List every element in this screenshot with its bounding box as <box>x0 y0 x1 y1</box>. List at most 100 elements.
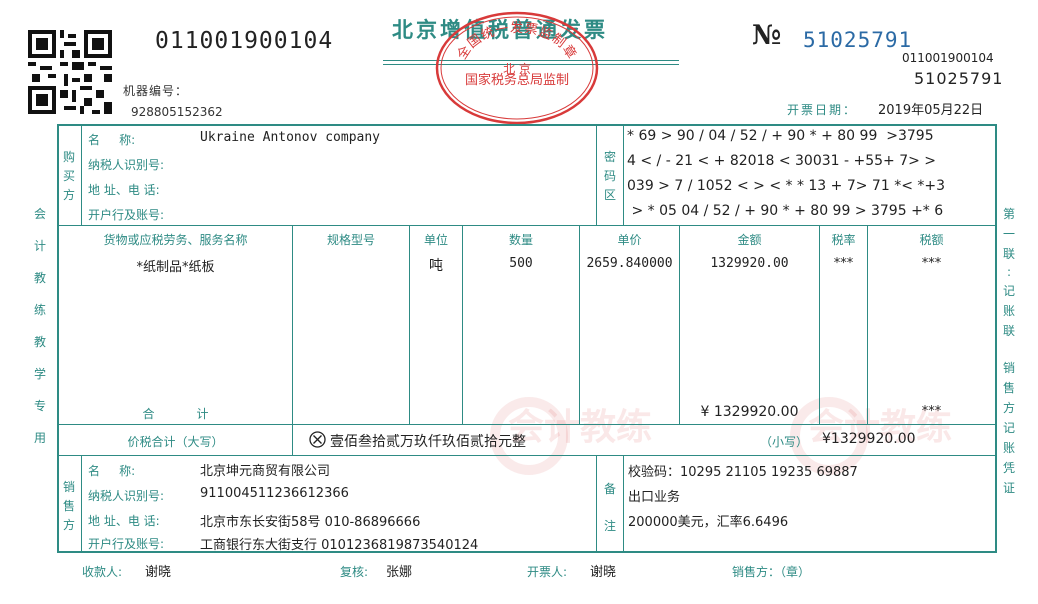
header-amount: 金额 <box>737 233 762 247</box>
buyer-taxid-label: 纳税人识别号: <box>88 158 165 172</box>
header-tax: 税额 <box>919 233 944 247</box>
left-side-char: 教 <box>34 271 47 285</box>
issue-date: 2019年05月22日 <box>878 103 984 118</box>
header-spec: 规格型号 <box>326 233 375 247</box>
right-side-caption: 第 一 联 : 记 账 联 销 售 方 记 账 凭 证 <box>1003 205 1015 496</box>
qr-code <box>28 30 112 114</box>
seller-label-char: 销 <box>63 480 76 494</box>
invoice-number-right: 51025791 <box>914 69 1004 88</box>
cipher-line: 039 > 7 / 1052 < > < * * 13 + 7> 71 *< *… <box>627 178 946 194</box>
issue-date-label: 开票日期： <box>787 103 858 117</box>
remark-divider-left <box>596 455 597 552</box>
seller-name: 北京坤元商贸有限公司 <box>200 464 331 479</box>
remark-line: 出口业务 <box>628 490 681 505</box>
reviewer-label: 复核: <box>340 565 369 579</box>
item-amount: 1329920.00 <box>710 256 789 271</box>
right-side-char: 联 <box>1003 324 1016 338</box>
seller-address-label: 地 址、电 话: <box>88 514 160 528</box>
right-side-char: 销 <box>1003 361 1016 375</box>
total-label: 合 计 <box>142 407 209 421</box>
left-side-char: 用 <box>34 431 47 445</box>
remarks-label-char: 注 <box>604 519 617 533</box>
left-side-caption: 会 计 教 练 教 学 专 用 <box>34 205 46 446</box>
invoice-code: 011001900104 <box>155 28 334 54</box>
column-divider <box>819 225 820 424</box>
invoice-seal: 全国统一发票监制章 北 京 国家税务总局监制 <box>435 11 599 125</box>
header-goods-name: 货物或应税劳务、服务名称 <box>103 233 248 247</box>
issuer-label: 开票人: <box>527 565 568 579</box>
left-side-char: 学 <box>34 367 47 381</box>
item-tax: *** <box>921 256 942 271</box>
cipher-divider-right <box>623 124 624 225</box>
cipher-label-char: 密 <box>604 150 617 164</box>
cipher-label-char: 区 <box>604 188 617 202</box>
header-unit-price: 单价 <box>617 233 642 247</box>
invoice-code-right: 011001900104 <box>902 51 994 65</box>
seller-taxid-label: 纳税人识别号: <box>88 489 165 503</box>
column-divider <box>462 225 463 424</box>
divider-items <box>57 424 997 425</box>
frame-top <box>57 124 997 126</box>
item-unit: 吨 <box>429 258 443 274</box>
buyer-address-label: 地 址、电 话: <box>88 183 160 197</box>
remark-line: 200000美元，汇率6.6496 <box>628 515 789 530</box>
column-divider <box>679 225 680 424</box>
item-tax-rate: *** <box>833 256 854 271</box>
cipher-line: 4 < / - 21 < + 82018 < 30031 - +55+ 7> > <box>627 153 937 169</box>
divider-buyer <box>57 225 997 226</box>
number-symbol: № <box>752 20 782 51</box>
right-side-char: 凭 <box>1003 461 1016 475</box>
frame-right <box>995 124 997 553</box>
cipher-label-char: 码 <box>604 169 617 183</box>
left-side-char: 练 <box>34 303 47 317</box>
divider-total <box>57 455 997 456</box>
cipher-section-label: 密 码 区 <box>604 148 616 203</box>
right-side-char: 联 <box>1003 247 1016 261</box>
column-divider <box>579 225 580 424</box>
left-side-char: 会 <box>34 207 47 221</box>
remark-divider-right <box>623 455 624 552</box>
remarks-label-char: 备 <box>604 482 617 496</box>
seller-label-divider <box>81 455 82 552</box>
grand-total-small-value: ¥1329920.00 <box>822 431 916 447</box>
total-divider <box>292 424 293 455</box>
right-side-char: 证 <box>1003 481 1016 495</box>
circle-x-icon <box>309 431 326 448</box>
cipher-line: > * 05 04 / 52 / + 90 * + 80 99 > 3795 +… <box>627 203 944 219</box>
left-side-char: 计 <box>34 239 47 253</box>
issuer: 谢晓 <box>590 565 617 580</box>
grand-total-small-label: （小写） <box>760 435 809 449</box>
seller-section-label: 销 售 方 <box>63 478 75 533</box>
seller-label-char: 方 <box>63 518 76 532</box>
right-side-char: 第 <box>1003 207 1016 221</box>
buyer-label-char: 购 <box>63 150 76 164</box>
seller-bank: 工商银行东大街支行 0101236819873540124 <box>200 538 479 553</box>
item-name: *纸制品*纸板 <box>136 260 215 275</box>
seller-seal-label: 销售方：（章） <box>732 565 811 579</box>
header-quantity: 数量 <box>508 233 533 247</box>
frame-left <box>57 124 59 553</box>
grand-total-uppercase: 壹佰叁拾贰万玖仟玖佰贰拾元整 <box>330 434 526 450</box>
right-side-char: 记 <box>1003 421 1016 435</box>
cipher-divider-left <box>596 124 597 225</box>
payee-label: 收款人: <box>82 565 123 579</box>
reviewer: 张娜 <box>386 565 413 580</box>
buyer-label-char: 方 <box>63 188 76 202</box>
right-side-char: 售 <box>1003 381 1016 395</box>
payee: 谢晓 <box>145 565 172 580</box>
right-side-char: 记 <box>1003 284 1016 298</box>
seal-bottom-text: 国家税务总局监制 <box>465 72 569 88</box>
frame-bottom <box>57 551 997 553</box>
column-divider <box>292 225 293 424</box>
right-side-char: 一 <box>1003 227 1016 241</box>
invoice-number: 51025791 <box>803 28 913 52</box>
buyer-name: Ukraine Antonov company <box>200 130 381 145</box>
header-unit: 单位 <box>423 233 448 247</box>
right-side-char: : <box>1006 265 1012 279</box>
grand-total-label: 价税合计（大写） <box>127 435 224 449</box>
seller-address: 北京市东长安街58号 010-86896666 <box>200 515 421 530</box>
seller-label-char: 售 <box>63 499 76 513</box>
header-tax-rate: 税率 <box>831 233 856 247</box>
buyer-name-label: 名 称: <box>88 133 136 147</box>
item-quantity: 500 <box>509 256 533 271</box>
